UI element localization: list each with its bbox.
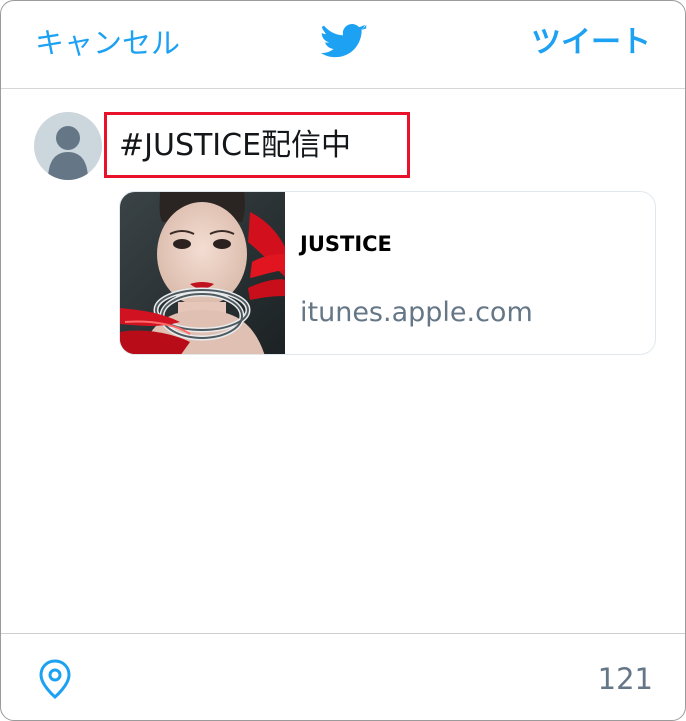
tweet-text-input[interactable]: #JUSTICE配信中 [119, 126, 351, 166]
default-avatar-icon [34, 112, 102, 180]
cancel-button[interactable]: キャンセル [35, 25, 180, 61]
twitter-bird-icon [321, 24, 367, 58]
link-preview-card[interactable]: JUSTICE itunes.apple.com [119, 191, 656, 355]
location-pin-icon[interactable] [37, 658, 73, 700]
compose-header: キャンセル ツイート [1, 1, 685, 89]
compose-footer: 121 [1, 633, 685, 720]
tweet-button[interactable]: ツイート [531, 25, 651, 61]
album-cover-image [120, 192, 285, 354]
character-counter: 121 [597, 662, 653, 696]
card-title: JUSTICE [300, 232, 392, 256]
card-domain: itunes.apple.com [300, 297, 533, 328]
tweet-compose-sheet: キャンセル ツイート #JUSTICE配信中 JUSTICE itunes.ap… [0, 0, 686, 721]
